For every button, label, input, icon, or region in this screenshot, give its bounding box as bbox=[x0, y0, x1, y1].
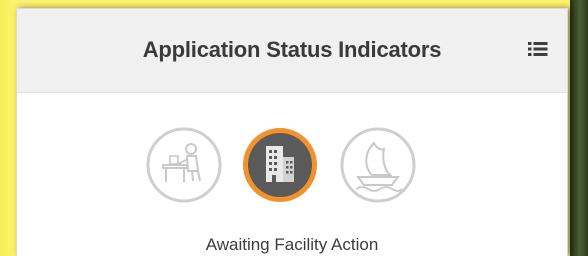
current-status-label: Awaiting Facility Action bbox=[205, 235, 379, 254]
panel-header: Application Status Indicators bbox=[17, 9, 567, 93]
status-icons-row bbox=[17, 125, 567, 211]
completed-ship-icon bbox=[340, 127, 416, 203]
panel-title: Application Status Indicators bbox=[142, 37, 442, 62]
applicant-at-desk-icon bbox=[146, 127, 222, 203]
status-step-complete[interactable] bbox=[338, 125, 418, 205]
backdrop-right bbox=[570, 0, 588, 256]
status-step-facility[interactable] bbox=[240, 125, 320, 205]
list-menu-icon bbox=[528, 42, 548, 56]
list-menu-button[interactable] bbox=[527, 39, 549, 59]
status-step-applicant[interactable] bbox=[144, 125, 224, 205]
facility-building-icon bbox=[243, 128, 317, 202]
status-panel: Application Status Indicators Awaiting F… bbox=[16, 8, 568, 256]
